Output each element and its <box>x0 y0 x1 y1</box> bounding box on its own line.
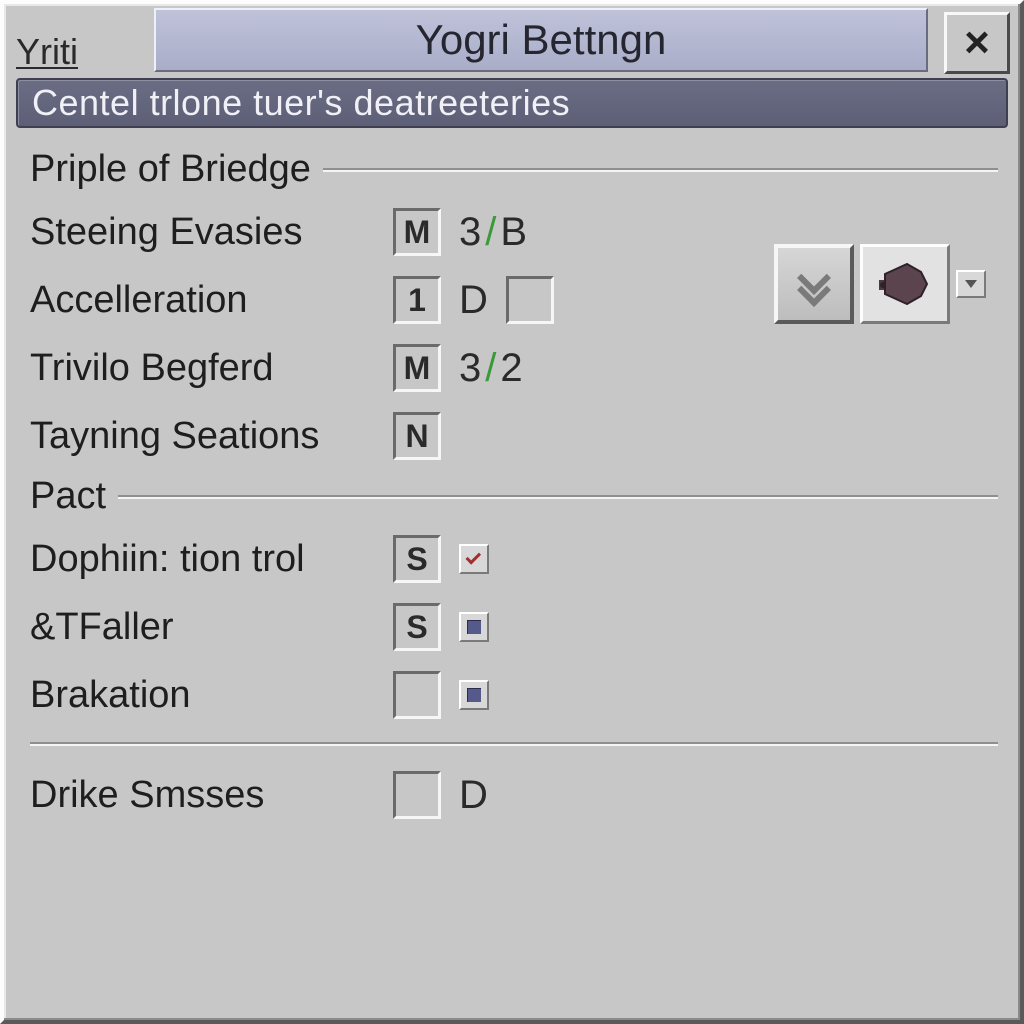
group-label: Pact <box>30 475 106 518</box>
row-brakation: Brakation <box>30 664 998 726</box>
check-icon <box>466 549 482 565</box>
ratio-b: 2 <box>500 346 522 391</box>
code-box[interactable]: S <box>393 603 441 651</box>
group-header-pact: Pact <box>30 475 998 518</box>
field-label: Brakation <box>30 674 375 717</box>
row-tfaller: &TFaller S <box>30 596 998 658</box>
content-area: Priple of Briedge Steeing Evasies M 3 / … <box>4 134 1020 826</box>
field-label: Steeing Evasies <box>30 211 375 254</box>
dialog-window: Yriti Yogri Bettngn × Centel trlone tuer… <box>0 0 1024 1024</box>
close-button[interactable]: × <box>944 12 1010 74</box>
field-label: Trivilo Begferd <box>30 347 375 390</box>
checkbox-tfaller[interactable] <box>459 612 489 642</box>
field-label: &TFaller <box>30 606 375 649</box>
dropdown-button[interactable] <box>956 270 986 298</box>
close-icon: × <box>964 18 990 68</box>
checkbox-brakation[interactable] <box>459 680 489 710</box>
double-chevron-down-icon <box>802 266 826 302</box>
window-title: Yogri Bettngn <box>154 8 928 72</box>
code-box[interactable]: N <box>393 412 441 460</box>
side-controls <box>774 244 986 324</box>
square-icon <box>467 688 481 702</box>
field-label: Tayning Seations <box>30 415 375 458</box>
speaker-button[interactable] <box>860 244 950 324</box>
code-box[interactable]: S <box>393 535 441 583</box>
ratio-b: B <box>500 210 527 255</box>
divider <box>323 168 998 172</box>
ratio-value: 3 / 2 <box>459 346 523 391</box>
code-box[interactable] <box>393 771 441 819</box>
divider <box>118 495 998 499</box>
ratio-value: 3 / B <box>459 210 527 255</box>
ratio-a: 3 <box>459 346 481 391</box>
header-banner: Centel trlone tuer's deatreeteries <box>16 78 1008 128</box>
aux-letter: D <box>459 773 488 818</box>
code-box[interactable]: M <box>393 344 441 392</box>
group-label: Priple of Briedge <box>30 148 311 191</box>
speaker-icon <box>873 258 937 310</box>
ratio-a: 3 <box>459 210 481 255</box>
group-header-priple: Priple of Briedge <box>30 148 998 191</box>
square-icon <box>467 620 481 634</box>
row-tayning: Tayning Seations N <box>30 405 998 467</box>
empty-box[interactable] <box>506 276 554 324</box>
checkbox-dophiin[interactable] <box>459 544 489 574</box>
ratio-slash: / <box>483 346 498 391</box>
code-box[interactable]: M <box>393 208 441 256</box>
corner-label: Yriti <box>16 34 78 70</box>
code-box[interactable] <box>393 671 441 719</box>
divider <box>30 742 998 746</box>
row-dophiin: Dophiin: tion trol S <box>30 528 998 590</box>
field-label: Drike Smsses <box>30 774 375 817</box>
row-trivilo: Trivilo Begferd M 3 / 2 <box>30 337 998 399</box>
field-label: Accelleration <box>30 279 375 322</box>
dropdown-arrow-icon <box>965 280 977 288</box>
titlebar: Yriti Yogri Bettngn × <box>4 4 1020 76</box>
aux-letter: D <box>459 278 488 323</box>
field-label: Dophiin: tion trol <box>30 538 375 581</box>
scroll-down-button[interactable] <box>774 244 854 324</box>
row-drike: Drike Smsses D <box>30 764 998 826</box>
code-box[interactable]: 1 <box>393 276 441 324</box>
ratio-slash: / <box>483 210 498 255</box>
